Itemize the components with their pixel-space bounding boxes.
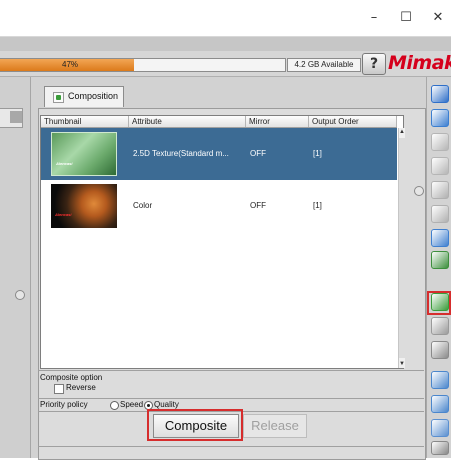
priority-policy-label: Priority policy <box>40 400 88 409</box>
trash-icon[interactable] <box>431 419 449 437</box>
left-panel <box>0 77 30 458</box>
left-panel-divider <box>0 127 22 128</box>
table-row[interactable]: Alencasi Color OFF [1] <box>41 180 397 232</box>
close-button[interactable]: ✕ <box>426 8 450 28</box>
top-strip <box>0 37 451 51</box>
speed-radio[interactable] <box>110 401 119 410</box>
table-row[interactable]: Alencasi 2.5D Texture(Standard m... OFF … <box>41 128 397 180</box>
move-icon[interactable] <box>431 317 449 335</box>
left-panel-tab[interactable] <box>10 111 22 123</box>
bottom-panel <box>38 446 424 459</box>
scroll-down-arrow-icon[interactable]: ▼ <box>399 360 405 368</box>
quality-label: Quality <box>154 400 179 409</box>
composition-tab-icon <box>53 92 64 103</box>
help-button[interactable]: ? <box>362 53 386 75</box>
crosshair-icon[interactable] <box>431 341 449 359</box>
column-header-attribute[interactable]: Attribute <box>129 116 246 127</box>
mirror-cell: OFF <box>250 149 266 158</box>
storage-indicator: 4.2 GB Available <box>287 58 361 72</box>
tab-composition[interactable]: Composition <box>44 86 124 107</box>
disabled-tool-2-icon[interactable] <box>431 157 449 175</box>
table-scrollbar[interactable]: ▲ ▼ <box>398 128 405 368</box>
info-icon[interactable] <box>431 85 449 103</box>
reverse-label: Reverse <box>66 383 96 392</box>
mirror-cell: OFF <box>250 201 266 210</box>
attribute-cell: Color <box>133 201 153 210</box>
scroll-thumb[interactable] <box>399 138 405 358</box>
thumbnail-text: Alencasi <box>55 212 72 217</box>
speed-label: Speed <box>120 400 144 409</box>
special-color-icon[interactable] <box>431 251 449 269</box>
reverse-checkbox[interactable] <box>54 384 64 394</box>
minimize-button[interactable]: – <box>362 8 386 28</box>
disabled-tool-3-icon[interactable] <box>431 181 449 199</box>
thumbnail-image: Alencasi <box>51 132 117 176</box>
composite-option-label: Composite option <box>40 373 103 382</box>
progress-bar: 47% <box>0 58 286 72</box>
table-header: Thumbnail Attribute Mirror Output Order <box>41 116 397 128</box>
composition-tool-highlight <box>427 291 451 315</box>
column-header-mirror[interactable]: Mirror <box>246 116 309 127</box>
progress-text: 47% <box>62 60 79 69</box>
composite-option-group: Composite option Reverse <box>38 370 424 398</box>
scroll-up-arrow-icon[interactable]: ▲ <box>399 128 405 136</box>
split-icon[interactable] <box>431 395 449 413</box>
thumbnail-image: Alencasi <box>51 184 117 228</box>
maximize-button[interactable]: ☐ <box>394 8 418 28</box>
left-panel-border <box>30 77 31 458</box>
layer-settings-icon[interactable] <box>431 109 449 127</box>
composition-table: Thumbnail Attribute Mirror Output Order … <box>40 115 405 369</box>
output-order-cell: [1] <box>313 201 322 210</box>
help-icon[interactable] <box>431 441 449 455</box>
composite-button[interactable]: Composite <box>153 414 239 438</box>
output-order-cell: [1] <box>313 149 322 158</box>
copy-icon[interactable] <box>431 371 449 389</box>
tab-label: Composition <box>68 91 119 101</box>
monitor-icon[interactable] <box>431 229 449 247</box>
right-panel-collapse-handle[interactable] <box>414 186 424 196</box>
thumbnail-text: Alencasi <box>56 161 73 166</box>
left-panel-collapse-handle[interactable] <box>15 290 25 300</box>
attribute-cell: 2.5D Texture(Standard m... <box>133 149 229 158</box>
release-button[interactable]: Release <box>243 414 307 438</box>
column-header-thumbnail[interactable]: Thumbnail <box>41 116 129 127</box>
column-header-output-order[interactable]: Output Order <box>309 116 397 127</box>
disabled-tool-1-icon[interactable] <box>431 133 449 151</box>
mimaki-logo: Mimaki <box>388 52 451 74</box>
disabled-tool-4-icon[interactable] <box>431 205 449 223</box>
